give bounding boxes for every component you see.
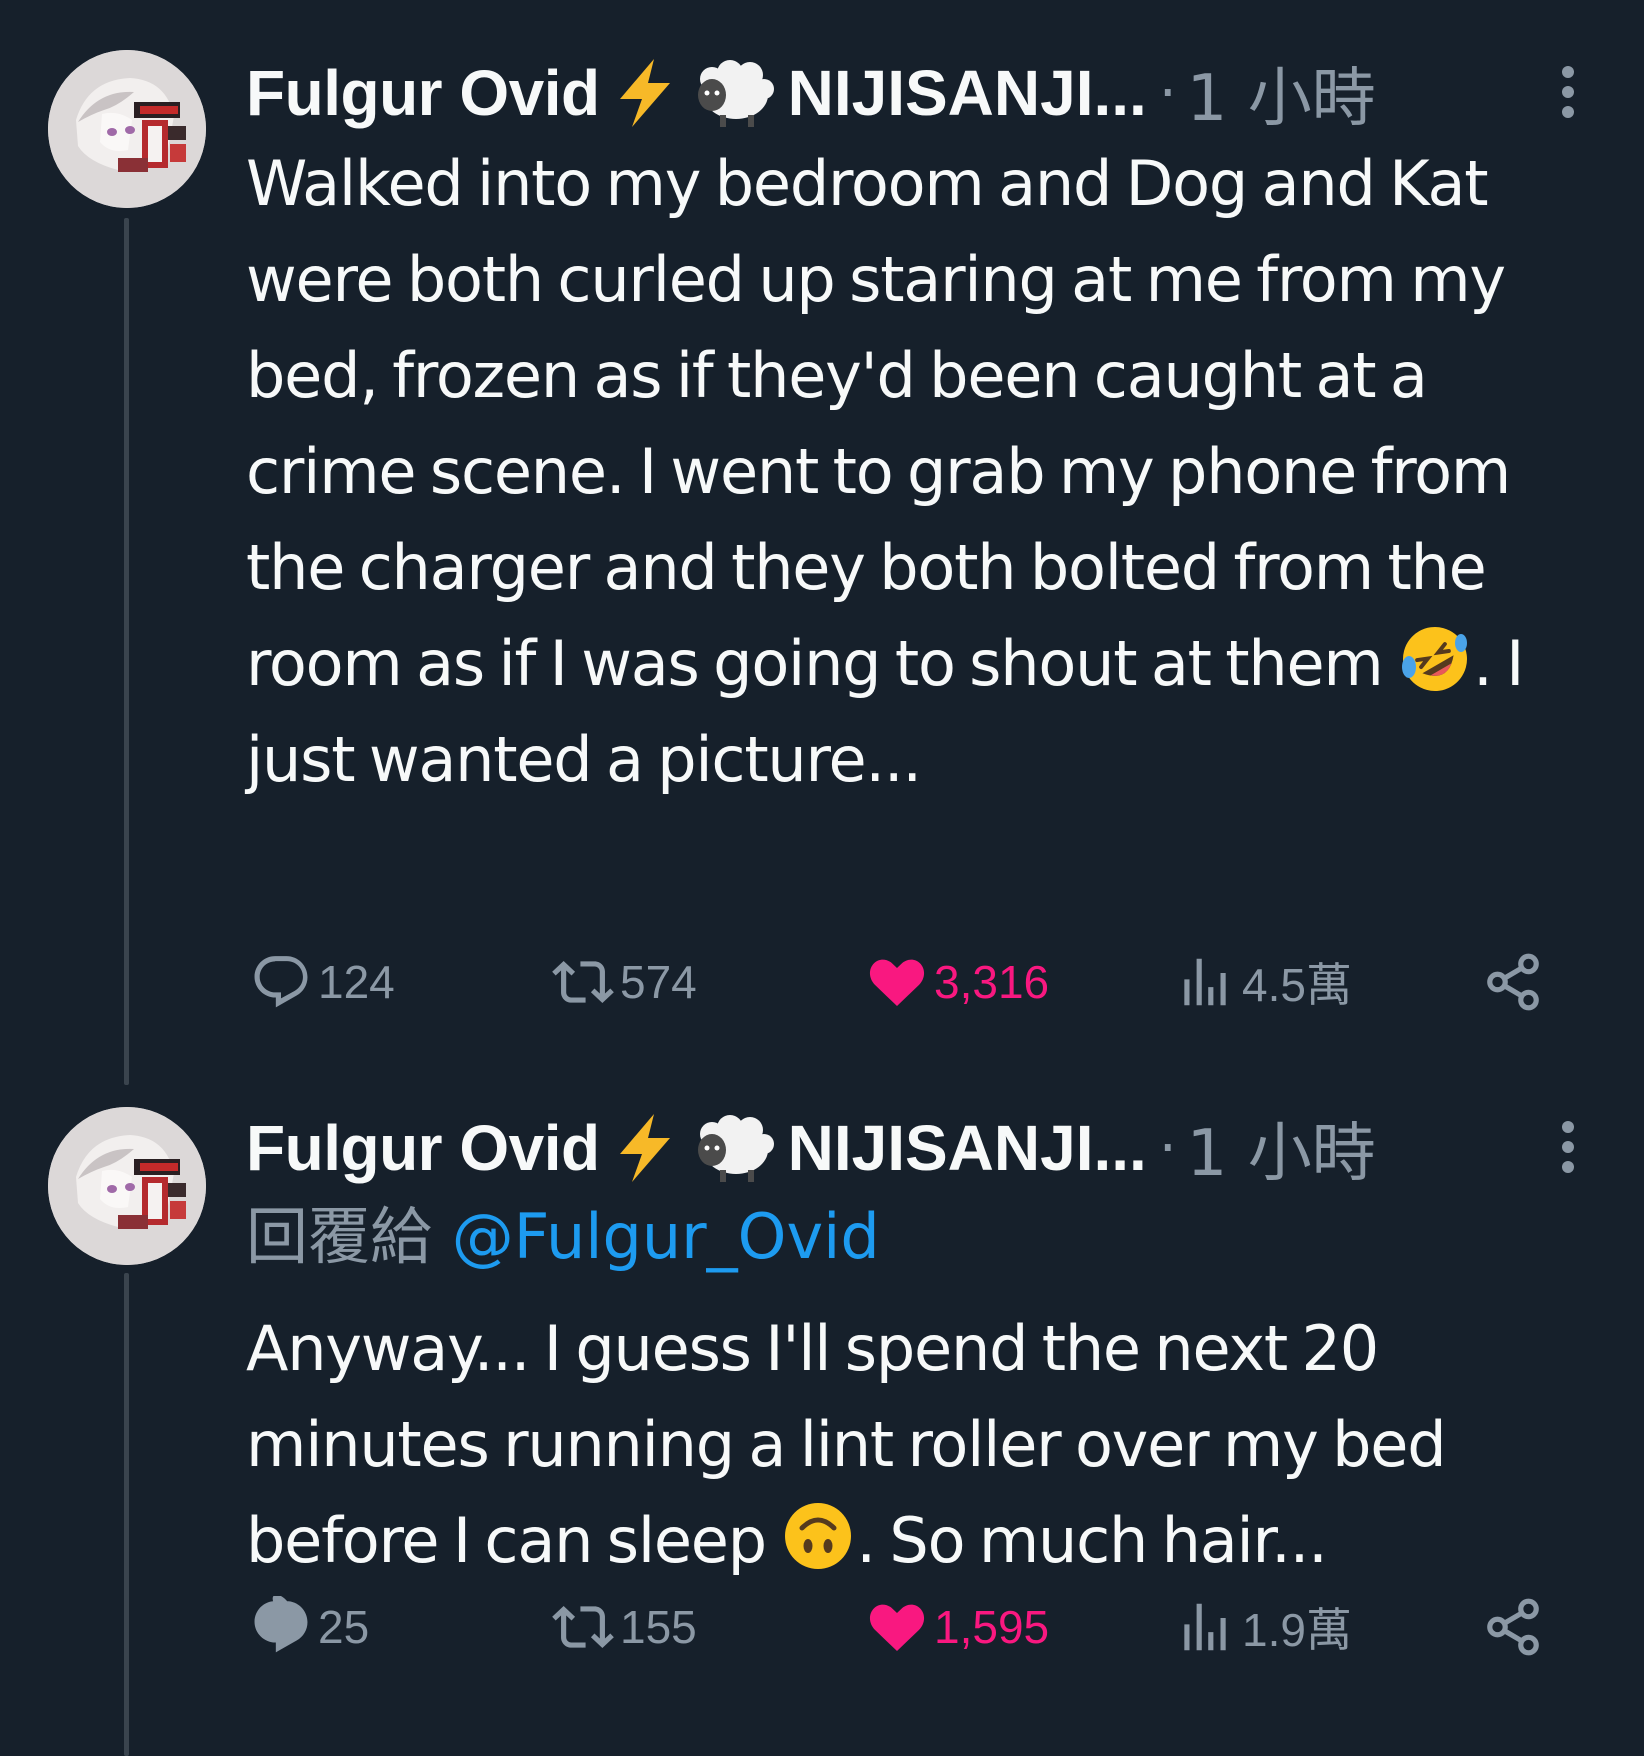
reply-count: 124 bbox=[318, 956, 395, 1008]
author-name[interactable]: Fulgur Ovid bbox=[246, 1111, 600, 1185]
sheep-emoji bbox=[690, 1112, 774, 1184]
author-name[interactable]: Fulgur Ovid bbox=[246, 56, 600, 130]
lightning-emoji bbox=[610, 57, 680, 129]
heart-icon bbox=[866, 951, 928, 1013]
tweet-content: Fulgur Ovid NIJISANJI... bbox=[246, 1105, 1574, 1589]
reply-prefix: 回覆給 bbox=[246, 1200, 433, 1273]
timestamp[interactable]: 1 小時 bbox=[1187, 47, 1376, 139]
share-button[interactable] bbox=[1482, 1587, 1550, 1667]
reply-handle-link[interactable]: @Fulgur_Ovid bbox=[452, 1200, 880, 1273]
reply-button[interactable]: 25 bbox=[250, 1587, 369, 1667]
views-button[interactable]: 4.5萬 bbox=[1174, 942, 1352, 1022]
separator-dot: · bbox=[1158, 1115, 1177, 1181]
tweet-header: Fulgur Ovid NIJISANJI... · 1 小時 bbox=[246, 50, 1574, 136]
view-count: 1.9萬 bbox=[1242, 1604, 1352, 1656]
like-button[interactable]: 3,316 bbox=[866, 942, 1049, 1022]
action-bar: 25 155 1,595 1.9萬 bbox=[250, 1587, 1544, 1667]
like-button[interactable]: 1,595 bbox=[866, 1587, 1049, 1667]
tweet[interactable]: Fulgur Ovid NIJISANJI... bbox=[0, 0, 1644, 1085]
retweet-icon bbox=[552, 1596, 614, 1658]
views-icon bbox=[1174, 1596, 1236, 1658]
avatar[interactable] bbox=[48, 50, 206, 208]
upside-down-face-emoji bbox=[780, 1498, 856, 1574]
tweet-header: Fulgur Ovid NIJISANJI... · 1 小時 bbox=[246, 1105, 1574, 1191]
author-org[interactable]: NIJISANJI... bbox=[788, 56, 1147, 130]
sheep-emoji bbox=[690, 57, 774, 129]
views-icon bbox=[1174, 951, 1236, 1013]
view-count: 4.5萬 bbox=[1242, 959, 1352, 1011]
retweet-icon bbox=[552, 951, 614, 1013]
replying-to: 回覆給 @Fulgur_Ovid bbox=[246, 1191, 1574, 1283]
rolling-on-floor-laughing-emoji bbox=[1397, 621, 1473, 697]
more-icon[interactable] bbox=[1558, 62, 1578, 122]
avatar[interactable] bbox=[48, 1107, 206, 1265]
retweet-count: 155 bbox=[620, 1601, 697, 1653]
like-count: 3,316 bbox=[934, 956, 1050, 1008]
views-button[interactable]: 1.9萬 bbox=[1174, 1587, 1352, 1667]
author-org[interactable]: NIJISANJI... bbox=[788, 1111, 1147, 1185]
heart-icon bbox=[866, 1596, 928, 1658]
tweet-text-part: . So much hair... bbox=[856, 1504, 1327, 1577]
separator-dot: · bbox=[1158, 60, 1177, 126]
tweet-content: Fulgur Ovid NIJISANJI... bbox=[246, 50, 1574, 808]
retweet-count: 574 bbox=[620, 956, 697, 1008]
tweet-text: Walked into my bedroom and Dog and Kat w… bbox=[246, 136, 1574, 808]
reply-icon bbox=[250, 1596, 312, 1658]
like-count: 1,595 bbox=[934, 1601, 1050, 1653]
tweet-text-part: Walked into my bedroom and Dog and Kat w… bbox=[246, 147, 1511, 700]
thread-line bbox=[124, 218, 129, 1085]
tweet-text: Anyway... I guess I'll spend the next 20… bbox=[246, 1301, 1574, 1589]
reply-icon bbox=[250, 951, 312, 1013]
thread-line bbox=[124, 1273, 129, 1756]
timestamp[interactable]: 1 小時 bbox=[1187, 1102, 1376, 1194]
action-bar: 124 574 3,316 4.5萬 bbox=[250, 942, 1544, 1022]
lightning-emoji bbox=[610, 1112, 680, 1184]
share-button[interactable] bbox=[1482, 942, 1550, 1022]
reply-button[interactable]: 124 bbox=[250, 942, 395, 1022]
more-icon[interactable] bbox=[1558, 1117, 1578, 1177]
share-icon bbox=[1482, 951, 1544, 1013]
reply-count: 25 bbox=[318, 1601, 370, 1653]
retweet-button[interactable]: 155 bbox=[552, 1587, 697, 1667]
tweet[interactable]: Fulgur Ovid NIJISANJI... bbox=[0, 1085, 1644, 1756]
share-icon bbox=[1482, 1596, 1544, 1658]
retweet-button[interactable]: 574 bbox=[552, 942, 697, 1022]
